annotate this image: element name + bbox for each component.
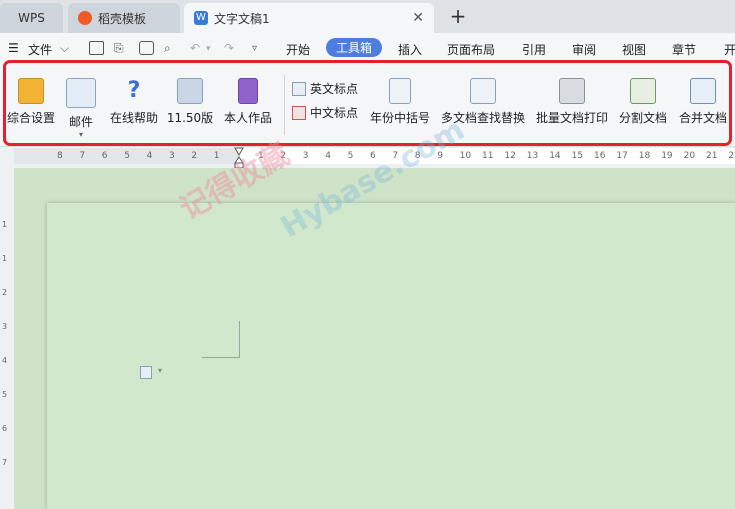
ruler-tick-label: 1 bbox=[213, 151, 220, 161]
menu-item-toolbox[interactable]: 工具箱 bbox=[326, 38, 383, 57]
ruler-tick-label: 19 bbox=[661, 151, 673, 161]
menu-item-chapter[interactable]: 章节 bbox=[672, 41, 696, 58]
ruler-tick-label: 2 bbox=[2, 288, 8, 297]
menu-item-layout[interactable]: 页面布局 bbox=[447, 41, 495, 58]
menu-item-more[interactable]: 开 bbox=[724, 41, 735, 58]
ruler-tick-label: 8 bbox=[57, 151, 63, 161]
close-icon[interactable]: ✕ bbox=[412, 10, 424, 26]
ruler-tick-label: 13 bbox=[526, 151, 539, 161]
undo-icon[interactable]: ↶ bbox=[190, 41, 200, 55]
ruler-tick-label: 3 bbox=[302, 151, 309, 161]
ruler-tick-label: 21 bbox=[706, 151, 718, 161]
chevron-down-icon[interactable]: ⌵ bbox=[60, 41, 69, 56]
ruler-tick-label: 6 bbox=[101, 151, 108, 161]
ruler-tick-label: 3 bbox=[2, 322, 8, 331]
docer-icon bbox=[78, 11, 92, 25]
ruler-tick-label: 20 bbox=[683, 151, 696, 161]
ruler-tick-label: 1 bbox=[2, 220, 8, 229]
ruler-tick-label: 10 bbox=[459, 151, 472, 161]
highlight-box bbox=[3, 60, 732, 146]
ruler-tick-label: 15 bbox=[571, 151, 584, 161]
menu-item-insert[interactable]: 插入 bbox=[398, 41, 422, 58]
redo-icon[interactable]: ↷ bbox=[224, 41, 234, 55]
tab-bar: WPS 稻壳模板 W 文字文稿1 ✕ + bbox=[0, 0, 735, 33]
tab-document[interactable]: W 文字文稿1 ✕ bbox=[184, 3, 434, 33]
ruler-tick-label: 3 bbox=[169, 151, 175, 161]
menu-item-review[interactable]: 审阅 bbox=[572, 41, 596, 58]
ruler-tick-label: 2 bbox=[191, 151, 198, 161]
writer-icon: W bbox=[194, 11, 208, 25]
ruler-tick-label: 1 bbox=[2, 254, 8, 263]
menu-row: ☰ 文件 ⌵ ⎘ ⌕ ↶ ▾ ↷ ▿ 开始 工具箱 插入 页面布局 引用 审阅 … bbox=[0, 33, 735, 63]
ruler-tick-label: 22 bbox=[728, 151, 735, 161]
hamburger-icon[interactable]: ☰ bbox=[8, 41, 19, 55]
document-page[interactable] bbox=[47, 203, 735, 509]
tab-wps[interactable]: WPS bbox=[0, 3, 63, 33]
tab-label: 文字文稿1 bbox=[214, 11, 270, 26]
ruler-tick-label: 4 bbox=[325, 151, 331, 161]
preview-icon[interactable]: ⌕ bbox=[164, 41, 171, 56]
print-icon[interactable] bbox=[139, 41, 154, 55]
menu-item-view[interactable]: 视图 bbox=[622, 41, 646, 58]
ruler-tick-label: 16 bbox=[594, 151, 606, 161]
menu-item-reference[interactable]: 引用 bbox=[522, 41, 546, 58]
ruler-tick-label: 5 bbox=[2, 390, 8, 399]
ruler-tick-label: 18 bbox=[638, 151, 651, 161]
ruler-tick-label: 4 bbox=[146, 151, 153, 161]
ruler-tick-label: 5 bbox=[124, 151, 130, 161]
chevron-down-icon[interactable]: ▾ bbox=[158, 366, 162, 375]
tab-label: 稻壳模板 bbox=[98, 11, 147, 26]
tab-label: WPS bbox=[18, 11, 45, 25]
margin-corner-mark bbox=[239, 321, 240, 358]
paste-options-icon[interactable] bbox=[140, 366, 152, 379]
menu-item-start[interactable]: 开始 bbox=[286, 41, 310, 58]
ruler-tick-label: 17 bbox=[616, 151, 628, 161]
tab-docer[interactable]: 稻壳模板 bbox=[68, 3, 180, 33]
ruler-tick-label: 7 bbox=[2, 458, 8, 467]
margin-corner-mark bbox=[202, 357, 239, 358]
ruler-tick-label: 5 bbox=[347, 151, 354, 161]
ruler-tick-label: 12 bbox=[504, 151, 516, 161]
export-icon[interactable]: ⎘ bbox=[114, 41, 124, 56]
more-icon[interactable]: ▿ bbox=[252, 43, 257, 54]
new-tab-button[interactable]: + bbox=[448, 4, 468, 28]
undo-dropdown-icon[interactable]: ▾ bbox=[206, 44, 211, 54]
ruler-tick-label: 7 bbox=[79, 151, 86, 161]
save-icon[interactable] bbox=[89, 41, 104, 55]
file-menu[interactable]: 文件 bbox=[28, 41, 52, 58]
ruler-tick-label: 11 bbox=[482, 151, 494, 161]
ruler-tick-label: 6 bbox=[2, 424, 8, 433]
ruler-tick-label: 4 bbox=[2, 356, 8, 365]
ruler-tick-label: 14 bbox=[549, 151, 561, 161]
